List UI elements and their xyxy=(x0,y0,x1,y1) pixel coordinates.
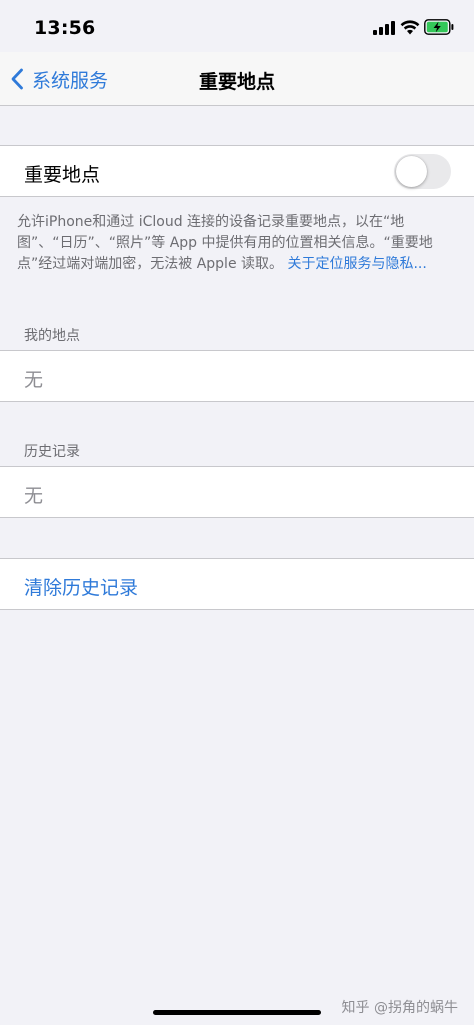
section-header-my-places: 我的地点 xyxy=(24,328,80,344)
page-title: 重要地点 xyxy=(198,71,275,93)
significant-locations-toggle[interactable] xyxy=(394,154,451,189)
watermark: 知乎 @拐角的蜗牛 xyxy=(341,1000,458,1016)
status-time: 13:56 xyxy=(34,17,96,39)
toggle-knob xyxy=(396,156,427,187)
clear-history-button[interactable]: 清除历史记录 xyxy=(24,573,138,600)
significant-locations-description: 允许iPhone和通过 iCloud 连接的设备记录重要地点，以在“地图”、“日… xyxy=(17,212,457,275)
my-places-empty: 无 xyxy=(24,369,44,391)
history-list: 无 xyxy=(0,466,474,518)
significant-locations-label: 重要地点 xyxy=(24,164,101,186)
navigation-bar: 系统服务 重要地点 xyxy=(0,52,474,106)
cellular-signal-icon xyxy=(373,21,395,35)
wifi-icon xyxy=(400,20,420,35)
screen: 13:56 系统服务 重要地点 重要地点 允许iPhone和通过 iCloud … xyxy=(0,0,474,1025)
status-bar: 13:56 xyxy=(0,0,474,52)
history-empty: 无 xyxy=(24,485,44,507)
home-indicator[interactable] xyxy=(153,1010,321,1015)
section-header-history: 历史记录 xyxy=(24,444,80,460)
significant-locations-row: 重要地点 xyxy=(0,145,474,197)
my-places-list: 无 xyxy=(0,350,474,402)
battery-charging-icon xyxy=(424,19,454,35)
privacy-link[interactable]: 关于定位服务与隐私... xyxy=(287,256,426,272)
clear-history-row[interactable]: 清除历史记录 xyxy=(0,558,474,610)
